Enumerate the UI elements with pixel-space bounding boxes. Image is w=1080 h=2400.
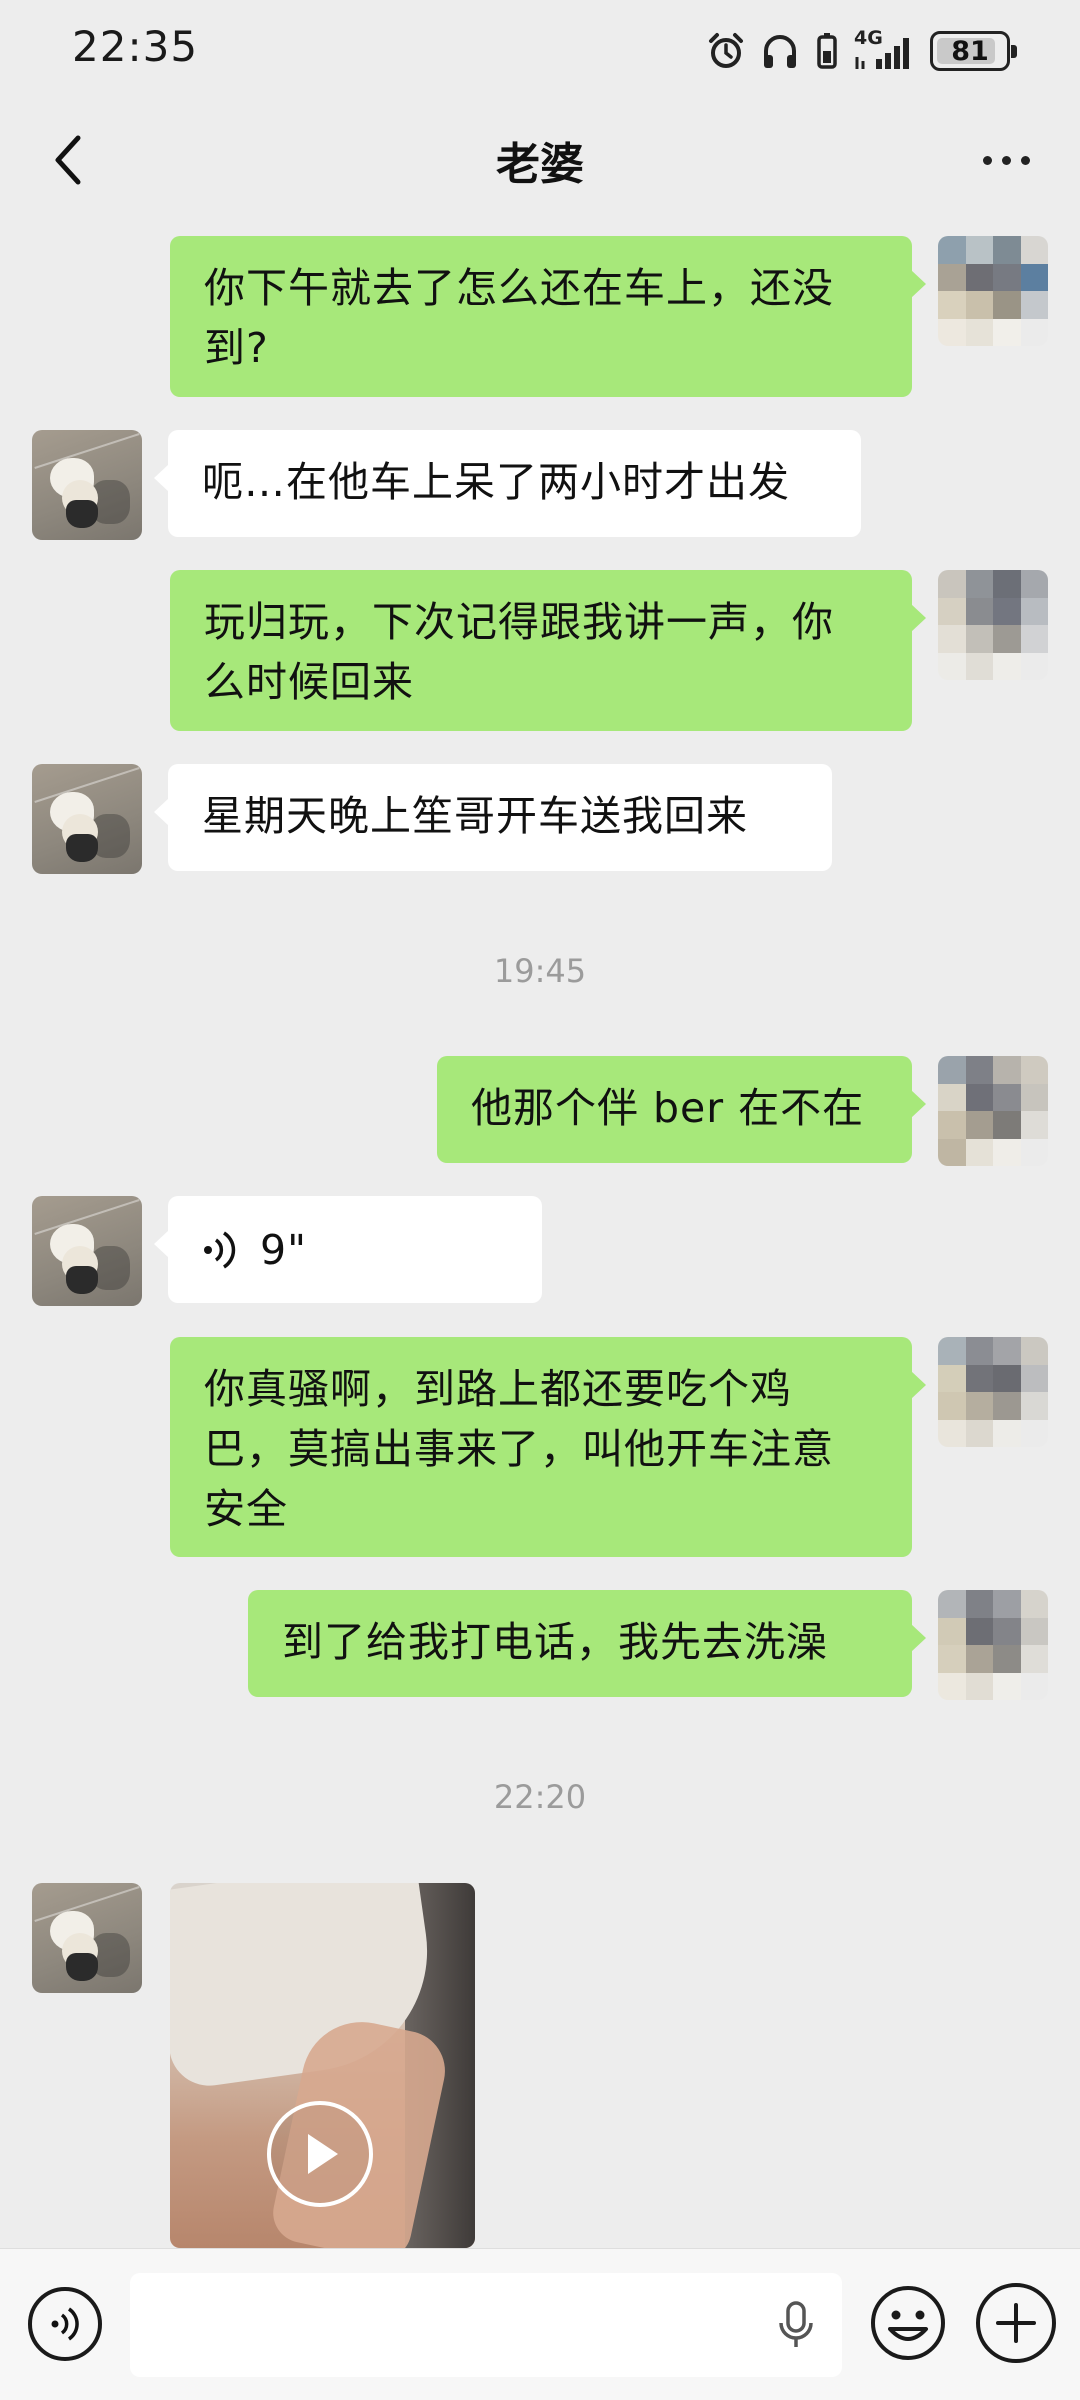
voice-wave-icon [204,1231,236,1268]
video-message-thumbnail[interactable] [170,1883,475,2248]
contact-avatar[interactable] [32,1196,142,1306]
message-line: 安全 [204,1485,288,1533]
voice-message-bubble[interactable]: 9" [154,1196,542,1303]
chat-input-bar [0,2248,1080,2400]
message-timestamp: 22:20 [493,1778,587,1816]
message-bubble-incoming[interactable]: 呃…在他车上呆了两小时才出发 [154,430,861,537]
emoji-icon[interactable] [868,2283,948,2363]
play-button[interactable] [267,2101,373,2207]
battery-percent: 81 [951,35,989,67]
signal-icon: 4G [854,27,916,71]
more-actions-button[interactable] [976,2283,1056,2363]
voice-duration: 9" [260,1225,307,1274]
my-avatar[interactable] [938,570,1048,680]
message-line: 巴，莫搞出事来了，叫他开车注意 [204,1425,834,1473]
my-avatar[interactable] [938,1056,1048,1166]
voice-mode-icon [51,2307,79,2341]
more-button[interactable] [968,128,1044,192]
microphone-button[interactable] [768,2297,824,2353]
message-timestamp: 19:45 [493,952,587,990]
my-avatar[interactable] [938,1590,1048,1700]
play-icon [308,2134,338,2174]
contact-avatar[interactable] [32,1883,142,1993]
message-line: 玩归玩，下次记得跟我讲一声，你 [204,598,834,646]
contact-avatar[interactable] [32,764,142,874]
message-line: 星期天晚上笙哥开车送我回来 [202,792,748,840]
alarm-icon [709,33,743,68]
my-avatar[interactable] [938,236,1048,346]
vibrate-icon [817,33,837,69]
plus-icon [996,2303,1036,2343]
my-avatar[interactable] [938,1337,1048,1447]
microphone-icon [779,2301,813,2347]
message-line: 他那个伴 ber 在不在 [471,1084,865,1132]
chat-screen: 22:35 4G 81 老婆 你下午就去了怎么还在车上，还没 到? 呃…在他车上… [0,0,1080,2400]
status-icons: 4G 81 [706,26,1017,76]
message-line: 呃…在他车上呆了两小时才出发 [202,458,790,506]
chat-title: 老婆 [496,139,584,190]
message-bubble-outgoing[interactable]: 玩归玩，下次记得跟我讲一声，你 么时候回来 [170,570,926,731]
contact-avatar[interactable] [32,430,142,540]
message-bubble-incoming[interactable]: 星期天晚上笙哥开车送我回来 [154,764,832,871]
voice-mode-button[interactable] [28,2287,102,2361]
status-bar: 22:35 4G 81 [0,0,1080,100]
more-icon [982,155,1030,165]
message-line: 么时候回来 [204,658,414,706]
status-time: 22:35 [72,22,199,71]
headphones-icon [764,35,796,68]
message-bubble-outgoing[interactable]: 他那个伴 ber 在不在 [437,1056,926,1163]
message-input[interactable] [130,2273,842,2377]
message-bubble-outgoing[interactable]: 到了给我打电话，我先去洗澡 [248,1590,926,1697]
battery-icon: 81 [930,31,1017,71]
message-line: 到了给我打电话，我先去洗澡 [282,1618,828,1666]
message-bubble-outgoing[interactable]: 你真骚啊，到路上都还要吃个鸡 巴，莫搞出事来了，叫他开车注意 安全 [170,1337,926,1557]
message-bubble-outgoing[interactable]: 你下午就去了怎么还在车上，还没 到? [170,236,926,397]
chat-header: 老婆 [0,100,1080,220]
message-line: 到? [204,324,269,372]
message-line: 你下午就去了怎么还在车上，还没 [204,264,834,312]
message-line: 你真骚啊，到路上都还要吃个鸡 [204,1365,792,1413]
